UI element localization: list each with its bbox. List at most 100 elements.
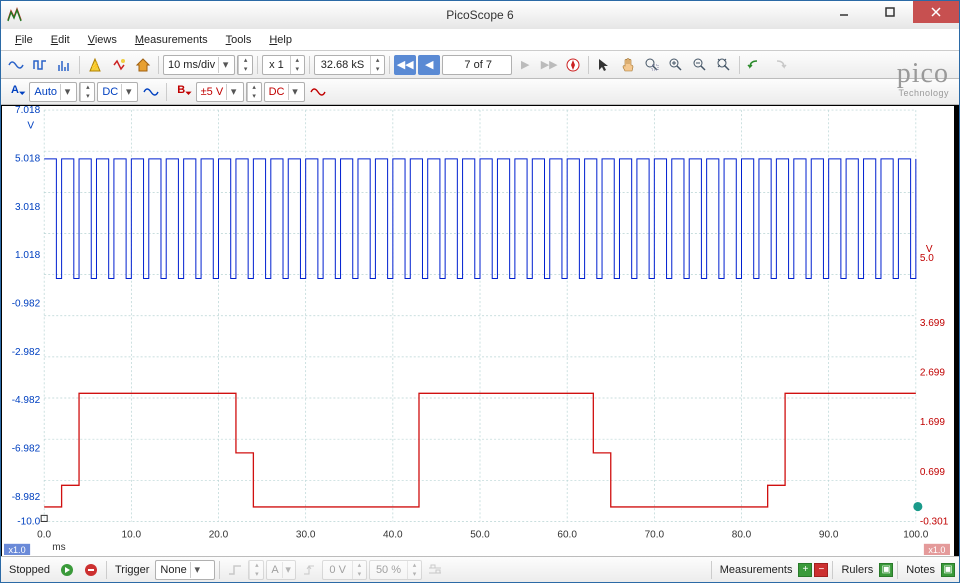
measurement-remove-button[interactable]: − [814,563,828,577]
menu-measurements[interactable]: Measurements [127,32,216,48]
rulers-label: Rulers [837,564,877,576]
run-button[interactable] [56,560,78,580]
timebase-spin[interactable]: ▴▾ [237,55,253,75]
channel-toolbar: A⏷ Auto▾ ▴▾ DC▾ B⏷ ±5 V▾ ▴▾ DC▾ [1,79,959,105]
rewind-icon[interactable]: ◀◀ [394,55,416,75]
svg-text:V: V [27,120,34,131]
menu-tools[interactable]: Tools [218,32,260,48]
trigger-label: Trigger [111,564,153,576]
signal-gen-icon[interactable]: ⚡ [84,55,106,75]
titlebar: PicoScope 6 [1,1,959,29]
notes-label: Notes [902,564,939,576]
measurement-add-button[interactable]: + [798,563,812,577]
channel-a-wave-icon[interactable] [140,82,162,102]
zoom-out-icon[interactable] [689,55,711,75]
pointer-icon[interactable] [593,55,615,75]
trigger-pretrig[interactable]: 50 %▴▾ [369,560,422,580]
svg-text:ms: ms [52,542,65,553]
maximize-button[interactable] [867,1,913,23]
svg-text:1.018: 1.018 [15,250,40,261]
auto-setup-icon[interactable] [108,55,130,75]
scope-mode-icon[interactable] [5,55,27,75]
zoom-spin[interactable]: x 1▴▾ [262,55,305,75]
notes-button[interactable]: ▣ [941,563,955,577]
redo-icon[interactable] [768,55,790,75]
channel-a-range[interactable]: Auto▾ [29,82,77,102]
menu-views[interactable]: Views [80,32,125,48]
rulers-button[interactable]: ▣ [879,563,893,577]
svg-text:2.699: 2.699 [920,367,945,378]
buffer-page[interactable]: 7 of 7 [442,55,512,75]
close-button[interactable] [913,1,959,23]
trigger-rising-icon[interactable] [298,560,320,580]
svg-text:60.0: 60.0 [557,530,577,541]
menu-edit[interactable]: Edit [43,32,78,48]
svg-text:x1.0: x1.0 [928,545,945,555]
timebase-select[interactable]: 10 ms/div▾ [163,55,235,75]
trigger-level[interactable]: 0 V▴▾ [322,560,367,580]
svg-text:1.699: 1.699 [920,417,945,428]
svg-text:5.018: 5.018 [15,153,40,164]
svg-text:7.018: 7.018 [15,106,40,116]
svg-text:100.0: 100.0 [903,530,928,541]
svg-text:-0.301: -0.301 [920,516,949,527]
minimize-button[interactable] [821,1,867,23]
trigger-edge-spin[interactable]: ▴▾ [248,560,264,580]
channel-a-label: A⏷ [5,84,27,99]
undo-icon[interactable] [744,55,766,75]
svg-text:V: V [926,244,933,255]
hand-icon[interactable] [617,55,639,75]
spectrum-mode-icon[interactable] [53,55,75,75]
samples-value: 32.68 kS [315,59,370,71]
channel-b-coupling[interactable]: DC▾ [264,82,305,102]
compass-icon[interactable] [562,55,584,75]
menu-file[interactable]: File [7,32,41,48]
zoom-rect-icon[interactable] [641,55,663,75]
svg-text:0.699: 0.699 [920,467,945,478]
trigger-channel[interactable]: A▾ [266,560,296,580]
svg-text:-4.982: -4.982 [12,395,41,406]
channel-b-range[interactable]: ±5 V▾ [196,82,244,102]
svg-text:-8.982: -8.982 [12,492,41,503]
menubar: File Edit Views Measurements Tools Help [1,29,959,51]
measurements-label: Measurements [716,564,797,576]
svg-text:40.0: 40.0 [383,530,403,541]
channel-a-coupling[interactable]: DC▾ [97,82,138,102]
zoom-in-icon[interactable] [665,55,687,75]
svg-text:⚡: ⚡ [90,61,100,71]
window-title: PicoScope 6 [1,8,959,22]
svg-text:80.0: 80.0 [732,530,752,541]
svg-text:50.0: 50.0 [470,530,490,541]
statusbar: Stopped Trigger None▾ ▴▾ A▾ 0 V▴▾ 50 %▴▾… [1,556,959,582]
svg-text:10.0: 10.0 [122,530,142,541]
page-label: 7 of 7 [464,59,492,71]
svg-text:70.0: 70.0 [645,530,665,541]
samples-spin[interactable]: 32.68 kS▴▾ [314,55,385,75]
menu-help[interactable]: Help [261,32,300,48]
svg-text:20.0: 20.0 [209,530,229,541]
channel-b-wave-icon[interactable] [307,82,329,102]
svg-text:0.0: 0.0 [37,530,51,541]
run-status: Stopped [5,564,54,576]
trigger-adv-icon[interactable] [424,560,446,580]
prev-icon[interactable]: ◀ [418,55,440,75]
svg-text:-6.982: -6.982 [12,444,41,455]
trigger-mode[interactable]: None▾ [155,560,215,580]
home-icon[interactable] [132,55,154,75]
channel-b-label: B⏷ [171,84,193,99]
fwd-icon[interactable]: ▶▶ [538,55,560,75]
svg-text:3.699: 3.699 [920,318,945,329]
trigger-edge-icon[interactable] [224,560,246,580]
scope-plot[interactable]: 0.010.020.030.040.050.060.070.080.090.01… [1,105,959,556]
stop-button[interactable] [80,560,102,580]
zoom-fit-icon[interactable] [713,55,735,75]
app-window: PicoScope 6 File Edit Views Measurements… [0,0,960,583]
channel-b-range-spin[interactable]: ▴▾ [246,82,262,102]
persistence-mode-icon[interactable] [29,55,51,75]
next-icon[interactable]: ▶ [514,55,536,75]
svg-text:-2.982: -2.982 [12,347,41,358]
zoom-value: x 1 [263,59,290,71]
channel-a-range-spin[interactable]: ▴▾ [79,82,95,102]
svg-text:-0.982: -0.982 [12,298,41,309]
chevron-down-icon: ▾ [218,57,232,73]
